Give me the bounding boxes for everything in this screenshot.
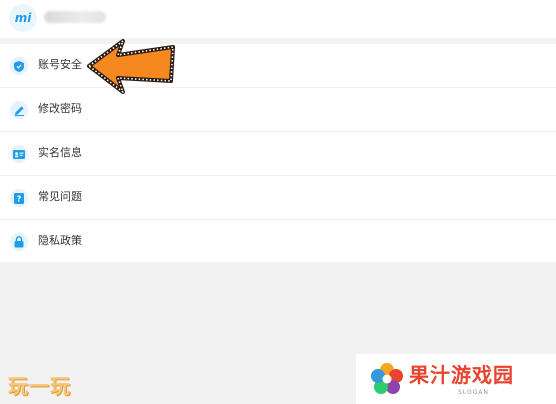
account-name-blurred [44, 11, 106, 23]
menu-item-real-name-info[interactable]: 实名信息 [0, 132, 556, 176]
app-logo: mi [9, 4, 37, 32]
menu-item-account-security[interactable]: 账号安全 [0, 44, 556, 88]
id-card-icon [10, 145, 28, 163]
menu-item-change-password[interactable]: 修改密码 [0, 88, 556, 132]
shield-icon [10, 57, 28, 75]
account-header: mi [0, 0, 556, 38]
brand-name: 果汁游戏园 [409, 363, 514, 387]
pencil-icon [10, 101, 28, 119]
question-icon: ? [10, 189, 28, 207]
svg-text:?: ? [17, 194, 22, 203]
lock-icon [10, 233, 28, 251]
menu-item-label: 常见问题 [38, 190, 82, 203]
menu-item-privacy-policy[interactable]: 隐私政策 [0, 220, 556, 263]
app-logo-text: mi [14, 11, 32, 25]
menu-item-label: 隐私政策 [38, 234, 82, 247]
menu-item-faq[interactable]: ? 常见问题 [0, 176, 556, 220]
settings-menu: 账号安全 修改密码 实名信息 ? 常见问题 隐私政策 [0, 44, 556, 262]
brand-flower-icon [371, 363, 403, 394]
brand-slogan: SLOGAN [458, 389, 489, 396]
menu-item-label: 修改密码 [38, 102, 82, 115]
watermark-text: 玩一玩 [8, 374, 71, 398]
pointer-arrow-icon [87, 39, 175, 94]
menu-item-label: 账号安全 [38, 58, 82, 71]
brand-watermark: 果汁游戏园 SLOGAN [356, 354, 556, 404]
menu-item-label: 实名信息 [38, 146, 82, 159]
